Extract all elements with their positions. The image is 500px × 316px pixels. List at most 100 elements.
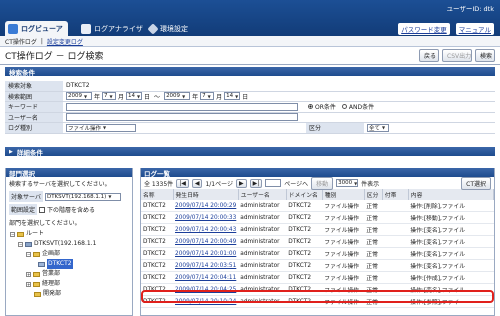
folder-icon: [34, 291, 41, 297]
tab-settings[interactable]: 環境設定: [146, 21, 193, 36]
end-month-select[interactable]: 7: [200, 92, 215, 101]
highlight-box: [141, 290, 494, 303]
tree-node-server[interactable]: − DTKSVT(192.168.1.1: [10, 239, 132, 249]
next-page-icon[interactable]: ▶: [236, 178, 247, 188]
password-change-link[interactable]: パスワード変更: [398, 23, 450, 35]
keyword-label: キーワード: [5, 102, 63, 112]
end-day-select[interactable]: 14: [224, 92, 241, 101]
col-domain[interactable]: ドメイン名: [286, 189, 323, 200]
col-content[interactable]: 内容: [408, 189, 495, 200]
category-label: 区分: [306, 123, 364, 133]
table-cell: DTKCT2: [141, 259, 173, 272]
username-input[interactable]: [66, 113, 298, 122]
table-cell: 操作:[移動],ファイル: [408, 211, 494, 224]
tree-node-accounting[interactable]: + 経理部: [10, 279, 132, 289]
table-cell: 2009/07/14 20:00:43: [173, 223, 239, 236]
tree-node-root[interactable]: − ルート: [10, 229, 132, 239]
start-month-select[interactable]: 7: [102, 92, 117, 101]
table-cell: 正常: [364, 271, 383, 284]
datetime-link[interactable]: 2009/07/14 20:00:43: [175, 227, 236, 233]
expand-icon: +: [26, 271, 31, 277]
collapse-icon: −: [26, 251, 31, 257]
keyword-input[interactable]: [66, 102, 298, 111]
back-button[interactable]: 戻る: [419, 49, 439, 62]
start-year-select[interactable]: 2009: [66, 92, 92, 101]
last-page-icon[interactable]: ▶|: [249, 178, 263, 188]
table-cell: 正常: [364, 223, 383, 236]
table-cell: 正常: [364, 235, 383, 248]
search-form: 検索対象 DTKCT2 検索範囲 2009 年 7 月 14 日 ～ 2009 …: [5, 81, 495, 134]
table-row[interactable]: DTKCT2 2009/07/14 20:04:11 administrator DT…: [141, 271, 494, 284]
move-button[interactable]: 移動: [311, 176, 334, 190]
tree-node-sales[interactable]: + 営業部: [10, 269, 132, 279]
start-day-select[interactable]: 14: [126, 92, 143, 101]
table-row[interactable]: DTKCT2 2009/07/14 20:00:49 administrator DT…: [141, 235, 494, 248]
table-cell: 2009/07/14 20:03:51: [173, 259, 239, 272]
tree-node-planning[interactable]: − 企画部: [10, 249, 132, 259]
tab-log-viewer[interactable]: ログビューア: [5, 21, 68, 36]
subnav-separator: |: [40, 37, 43, 45]
and-condition-radio[interactable]: [341, 104, 347, 110]
detail-conditions-header[interactable]: ▶ 詳細条件: [5, 147, 495, 157]
page-number-input[interactable]: [265, 179, 282, 187]
table-cell: administrator: [238, 271, 287, 284]
table-row[interactable]: DTKCT2 2009/07/14 20:00:43 administrator DT…: [141, 223, 494, 236]
category-select[interactable]: 全て: [367, 123, 389, 132]
table-cell: 操作:[変名],ファイル: [408, 259, 494, 272]
server-select[interactable]: DTKSVT(192.168.1.1): [44, 192, 121, 201]
table-row[interactable]: DTKCT2 2009/07/14 20:03:51 administrator DT…: [141, 259, 494, 272]
tree-node-dtkct2[interactable]: DTKCT2: [10, 259, 132, 269]
col-name[interactable]: 名称: [141, 189, 174, 200]
folder-icon: [17, 231, 24, 237]
datetime-link[interactable]: 2009/07/14 20:04:11: [175, 275, 236, 281]
computer-icon: [38, 261, 45, 267]
config-change-log-link[interactable]: 設定変更ログ: [47, 37, 83, 46]
table-cell: 正常: [364, 200, 383, 212]
table-cell: 2009/07/14 20:04:11: [173, 271, 239, 284]
table-cell: administrator: [238, 200, 287, 212]
datetime-link[interactable]: 2009/07/14 20:00:29: [175, 203, 236, 209]
table-cell: 2009/07/14 20:00:49: [173, 235, 239, 248]
prev-page-icon[interactable]: ◀: [191, 178, 203, 188]
csv-export-button[interactable]: CSV出力: [442, 49, 472, 62]
manual-link[interactable]: マニュアル: [455, 23, 494, 35]
tree-node-development[interactable]: 開発部: [10, 289, 132, 299]
log-viewer-icon: [8, 23, 18, 34]
target-label: 検索対象: [5, 81, 63, 91]
table-cell: 操作:[変名],ファイル: [408, 223, 494, 236]
search-button[interactable]: 検索: [475, 49, 495, 62]
datetime-link[interactable]: 2009/07/14 20:01:00: [175, 251, 236, 257]
table-cell: administrator: [238, 235, 287, 248]
tab-log-analyzer[interactable]: ログアナライザ: [78, 21, 148, 36]
table-cell: ファイル操作: [322, 259, 365, 272]
table-row[interactable]: DTKCT2 2009/07/14 20:00:33 administrator DT…: [141, 211, 494, 224]
first-page-icon[interactable]: |◀: [176, 178, 189, 188]
ct-select-button[interactable]: CT選択: [461, 176, 491, 190]
table-row[interactable]: DTKCT2 2009/07/14 20:01:00 administrator DT…: [141, 247, 494, 260]
page-indicator: 1/1ページ: [205, 180, 233, 188]
col-category[interactable]: 区分: [364, 189, 383, 200]
end-year-select[interactable]: 2009: [164, 92, 191, 101]
table-cell: administrator: [238, 259, 287, 272]
or-condition-radio[interactable]: [308, 104, 313, 110]
table-cell: [382, 223, 409, 236]
table-cell: 2009/07/14 20:01:00: [173, 247, 239, 260]
col-extra[interactable]: 付帯: [382, 189, 409, 200]
table-row[interactable]: DTKCT2 2009/07/14 20:00:29 administrator DT…: [141, 200, 494, 212]
per-page-select[interactable]: 3000: [336, 179, 359, 187]
datetime-link[interactable]: 2009/07/14 20:03:51: [175, 263, 236, 269]
col-datetime[interactable]: 発生日時: [173, 189, 239, 200]
expand-arrow-icon: ▶: [9, 148, 13, 155]
table-cell: administrator: [238, 211, 287, 224]
col-type[interactable]: 種別: [322, 189, 365, 200]
col-user[interactable]: ユーザー名: [238, 189, 287, 200]
table-cell: DTKCT2: [141, 223, 173, 236]
table-cell: DTKCT2: [286, 235, 323, 248]
logtype-select[interactable]: ファイル操作: [66, 123, 136, 132]
table-cell: ファイル操作: [322, 247, 365, 260]
server-icon: [25, 241, 32, 247]
include-lower-checkbox[interactable]: [39, 206, 46, 213]
table-cell: DTKCT2: [141, 271, 173, 284]
datetime-link[interactable]: 2009/07/14 20:00:33: [175, 215, 236, 221]
datetime-link[interactable]: 2009/07/14 20:00:49: [175, 239, 236, 245]
